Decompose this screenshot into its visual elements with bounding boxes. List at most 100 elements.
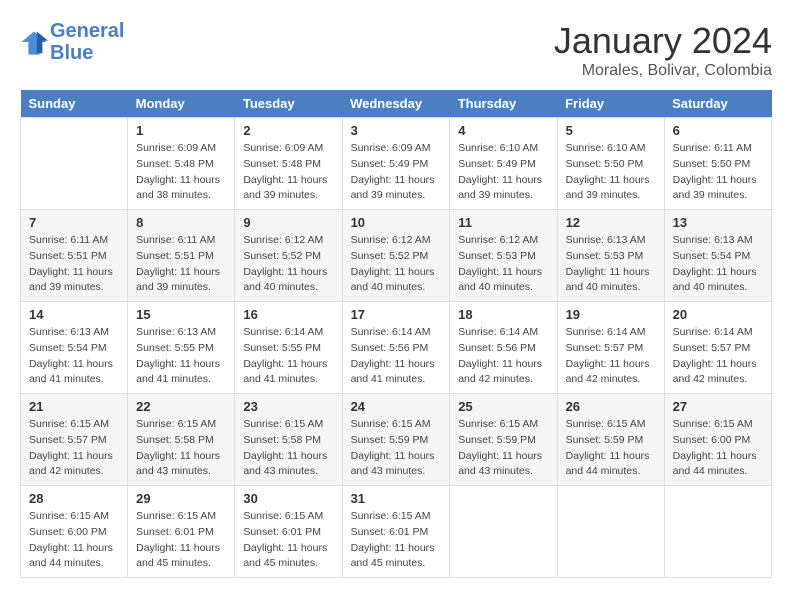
day-info: Sunrise: 6:14 AM Sunset: 5:55 PM Dayligh… [243,325,333,388]
day-cell: 7Sunrise: 6:11 AM Sunset: 5:51 PM Daylig… [21,210,128,302]
day-number: 9 [243,215,333,230]
day-number: 4 [458,123,548,138]
header-row: SundayMondayTuesdayWednesdayThursdayFrid… [21,90,772,118]
day-cell: 27 Sunrise: 6:15 AM Sunset: 6:00 PM Dayli… [664,394,771,486]
day-number: 21 [29,399,119,414]
day-info: Sunrise: 6:12 AM Sunset: 5:52 PM Dayligh… [243,233,333,296]
day-cell: 3 Sunrise: 6:09 AM Sunset: 5:49 PM Daylig… [342,118,450,210]
day-number: 27 [673,399,763,414]
calendar-table: SundayMondayTuesdayWednesdayThursdayFrid… [20,90,772,578]
week-row-4: 21Sunrise: 6:15 AM Sunset: 5:57 PM Dayli… [21,394,772,486]
week-row-5: 28Sunrise: 6:15 AM Sunset: 6:00 PM Dayli… [21,486,772,578]
header-cell-friday: Friday [557,90,664,118]
day-cell: 4 Sunrise: 6:10 AM Sunset: 5:49 PM Daylig… [450,118,557,210]
day-info: Sunrise: 6:10 AM Sunset: 5:49 PM Dayligh… [458,141,548,204]
day-number: 2 [243,123,333,138]
week-row-2: 7Sunrise: 6:11 AM Sunset: 5:51 PM Daylig… [21,210,772,302]
day-info: Sunrise: 6:15 AM Sunset: 6:01 PM Dayligh… [351,509,442,572]
day-cell: 18 Sunrise: 6:14 AM Sunset: 5:56 PM Dayli… [450,302,557,394]
day-cell: 1 Sunrise: 6:09 AM Sunset: 5:48 PM Daylig… [128,118,235,210]
header-cell-thursday: Thursday [450,90,557,118]
header-cell-monday: Monday [128,90,235,118]
day-number: 25 [458,399,548,414]
week-row-1: 1 Sunrise: 6:09 AM Sunset: 5:48 PM Daylig… [21,118,772,210]
day-info: Sunrise: 6:13 AM Sunset: 5:55 PM Dayligh… [136,325,226,388]
week-row-3: 14 Sunrise: 6:13 AM Sunset: 5:54 PM Dayli… [21,302,772,394]
day-info: Sunrise: 6:09 AM Sunset: 5:48 PM Dayligh… [136,141,226,204]
day-info: Sunrise: 6:15 AM Sunset: 5:59 PM Dayligh… [458,417,548,480]
day-number: 24 [351,399,442,414]
day-info: Sunrise: 6:10 AM Sunset: 5:50 PM Dayligh… [566,141,656,204]
day-cell: 22 Sunrise: 6:15 AM Sunset: 5:58 PM Dayli… [128,394,235,486]
day-cell [557,486,664,578]
day-info: Sunrise: 6:15 AM Sunset: 6:01 PM Dayligh… [136,509,226,572]
day-cell [21,118,128,210]
day-cell [664,486,771,578]
day-info: Sunrise: 6:12 AM Sunset: 5:53 PM Dayligh… [458,233,548,296]
day-number: 5 [566,123,656,138]
day-info: Sunrise: 6:09 AM Sunset: 5:48 PM Dayligh… [243,141,333,204]
logo-text: General Blue [50,20,124,64]
day-number: 12 [566,215,656,230]
day-number: 29 [136,491,226,506]
day-number: 26 [566,399,656,414]
day-number: 13 [673,215,763,230]
day-number: 18 [458,307,548,322]
calendar-header: SundayMondayTuesdayWednesdayThursdayFrid… [21,90,772,118]
day-cell: 24Sunrise: 6:15 AM Sunset: 5:59 PM Dayli… [342,394,450,486]
day-cell: 11 Sunrise: 6:12 AM Sunset: 5:53 PM Dayli… [450,210,557,302]
day-info: Sunrise: 6:11 AM Sunset: 5:51 PM Dayligh… [136,233,226,296]
day-info: Sunrise: 6:13 AM Sunset: 5:53 PM Dayligh… [566,233,656,296]
day-cell [450,486,557,578]
day-cell: 5 Sunrise: 6:10 AM Sunset: 5:50 PM Daylig… [557,118,664,210]
day-info: Sunrise: 6:13 AM Sunset: 5:54 PM Dayligh… [673,233,763,296]
day-info: Sunrise: 6:14 AM Sunset: 5:56 PM Dayligh… [458,325,548,388]
day-info: Sunrise: 6:15 AM Sunset: 6:00 PM Dayligh… [29,509,119,572]
day-cell: 23 Sunrise: 6:15 AM Sunset: 5:58 PM Dayli… [235,394,342,486]
day-cell: 10 Sunrise: 6:12 AM Sunset: 5:52 PM Dayli… [342,210,450,302]
day-info: Sunrise: 6:15 AM Sunset: 5:58 PM Dayligh… [136,417,226,480]
day-number: 8 [136,215,226,230]
day-cell: 2 Sunrise: 6:09 AM Sunset: 5:48 PM Daylig… [235,118,342,210]
header-cell-wednesday: Wednesday [342,90,450,118]
day-cell: 14 Sunrise: 6:13 AM Sunset: 5:54 PM Dayli… [21,302,128,394]
day-cell: 25 Sunrise: 6:15 AM Sunset: 5:59 PM Dayli… [450,394,557,486]
day-info: Sunrise: 6:11 AM Sunset: 5:50 PM Dayligh… [673,141,763,204]
day-info: Sunrise: 6:09 AM Sunset: 5:49 PM Dayligh… [351,141,442,204]
day-cell: 9 Sunrise: 6:12 AM Sunset: 5:52 PM Daylig… [235,210,342,302]
header-cell-sunday: Sunday [21,90,128,118]
day-number: 30 [243,491,333,506]
day-number: 11 [458,215,548,230]
day-cell: 21Sunrise: 6:15 AM Sunset: 5:57 PM Dayli… [21,394,128,486]
day-info: Sunrise: 6:12 AM Sunset: 5:52 PM Dayligh… [351,233,442,296]
day-number: 22 [136,399,226,414]
day-cell: 15 Sunrise: 6:13 AM Sunset: 5:55 PM Dayli… [128,302,235,394]
day-number: 31 [351,491,442,506]
day-cell: 13 Sunrise: 6:13 AM Sunset: 5:54 PM Dayli… [664,210,771,302]
day-cell: 28Sunrise: 6:15 AM Sunset: 6:00 PM Dayli… [21,486,128,578]
day-info: Sunrise: 6:15 AM Sunset: 5:58 PM Dayligh… [243,417,333,480]
title-section: January 2024 Morales, Bolivar, Colombia [554,20,772,80]
day-info: Sunrise: 6:15 AM Sunset: 6:00 PM Dayligh… [673,417,763,480]
header-cell-tuesday: Tuesday [235,90,342,118]
day-number: 14 [29,307,119,322]
day-cell: 12 Sunrise: 6:13 AM Sunset: 5:53 PM Dayli… [557,210,664,302]
day-cell: 17Sunrise: 6:14 AM Sunset: 5:56 PM Dayli… [342,302,450,394]
day-cell: 30Sunrise: 6:15 AM Sunset: 6:01 PM Dayli… [235,486,342,578]
day-info: Sunrise: 6:15 AM Sunset: 5:59 PM Dayligh… [566,417,656,480]
day-number: 15 [136,307,226,322]
day-number: 23 [243,399,333,414]
day-cell: 31 Sunrise: 6:15 AM Sunset: 6:01 PM Dayli… [342,486,450,578]
day-cell: 29 Sunrise: 6:15 AM Sunset: 6:01 PM Dayli… [128,486,235,578]
day-cell: 26 Sunrise: 6:15 AM Sunset: 5:59 PM Dayli… [557,394,664,486]
day-number: 10 [351,215,442,230]
day-number: 20 [673,307,763,322]
day-info: Sunrise: 6:14 AM Sunset: 5:57 PM Dayligh… [673,325,763,388]
day-number: 19 [566,307,656,322]
calendar-body: 1 Sunrise: 6:09 AM Sunset: 5:48 PM Daylig… [21,118,772,578]
day-info: Sunrise: 6:13 AM Sunset: 5:54 PM Dayligh… [29,325,119,388]
day-info: Sunrise: 6:14 AM Sunset: 5:56 PM Dayligh… [351,325,442,388]
month-year-title: January 2024 [554,20,772,62]
day-number: 3 [351,123,442,138]
day-number: 1 [136,123,226,138]
